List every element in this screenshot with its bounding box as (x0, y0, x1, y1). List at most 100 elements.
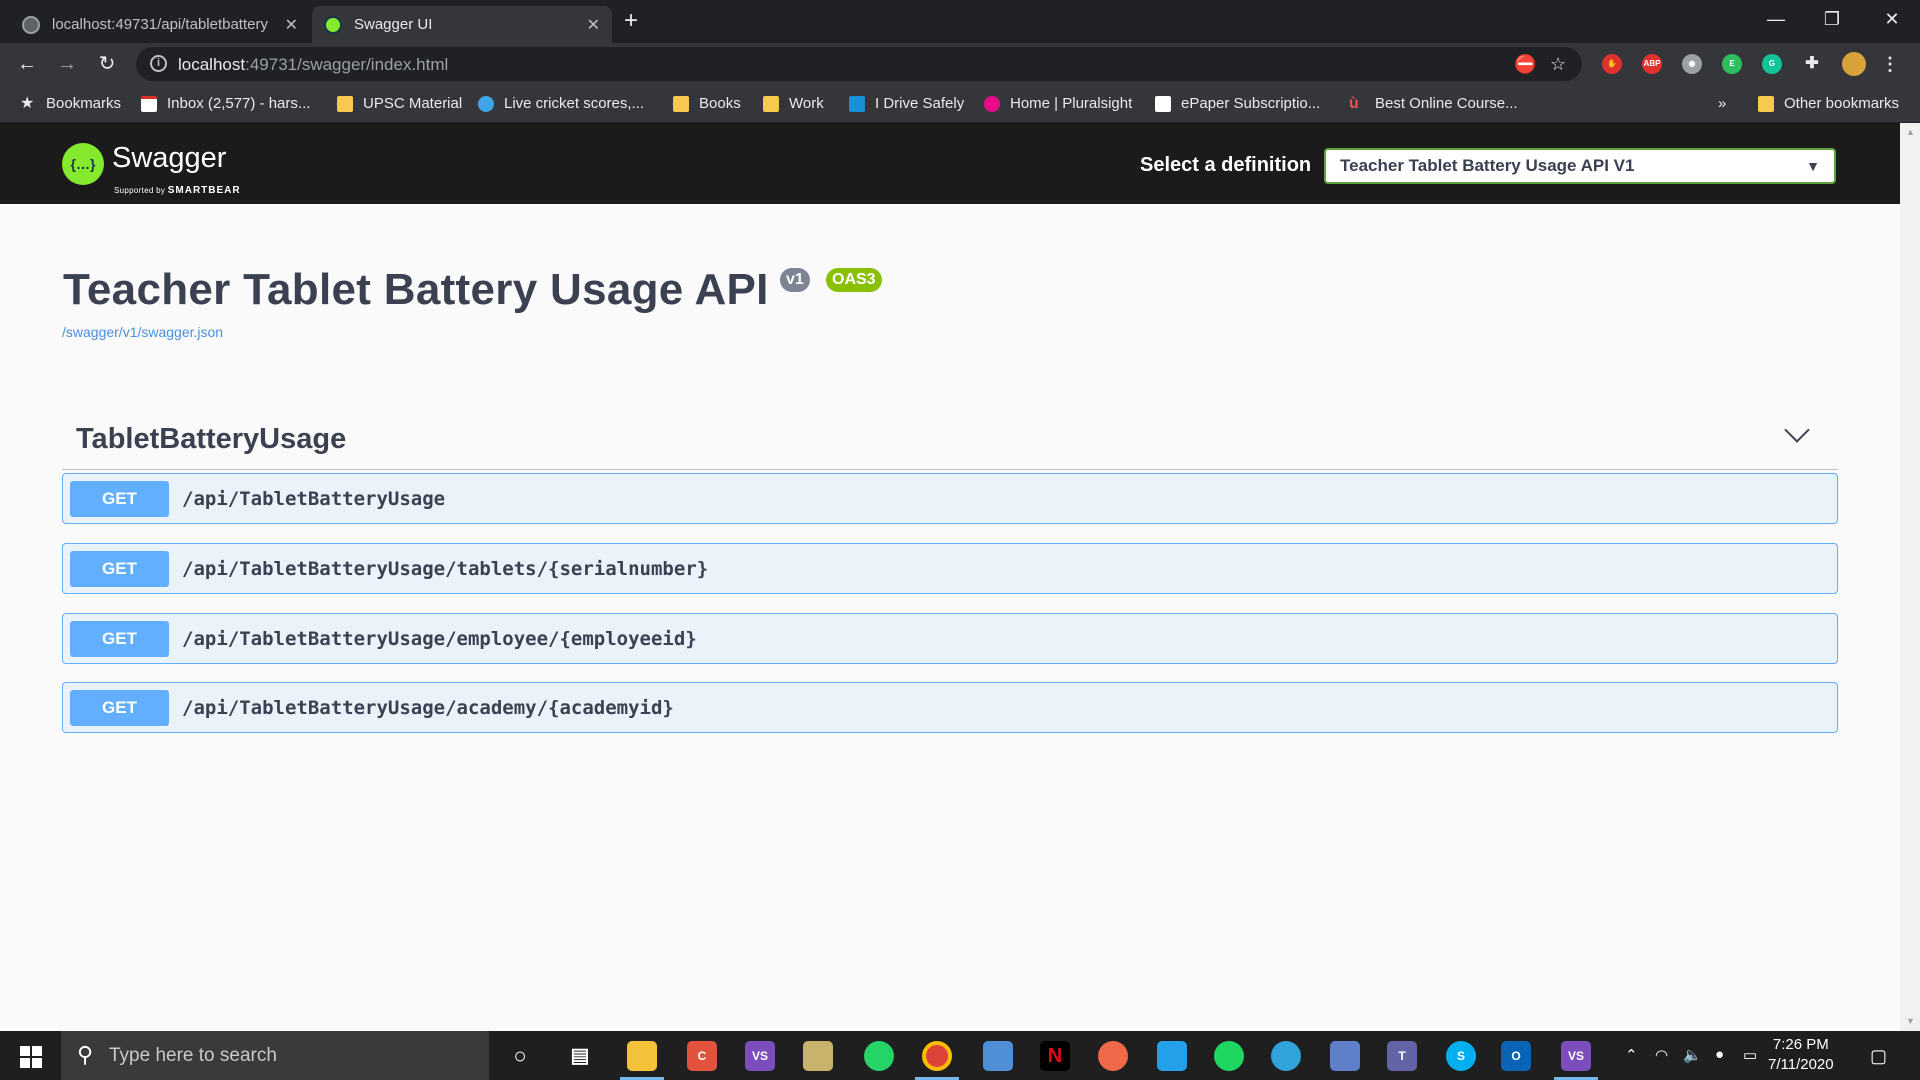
close-tab-icon[interactable]: ✕ (587, 15, 600, 35)
cortana-icon[interactable]: ○ (505, 1041, 535, 1071)
site-info-icon[interactable]: i (150, 55, 167, 72)
operation-path: /api/TabletBatteryUsage/employee/{employ… (182, 628, 697, 650)
bookmark-work[interactable]: Work (763, 95, 824, 112)
file-explorer-icon[interactable] (627, 1041, 657, 1071)
bookmarks-bar: ★ Bookmarks Inbox (2,577) - hars... UPSC… (0, 85, 1920, 123)
swagger-wordmark: Swagger (112, 142, 227, 174)
telegram-icon[interactable] (1271, 1041, 1301, 1071)
tray-overflow-chevron-icon[interactable]: ⌃ (1625, 1046, 1638, 1064)
new-tab-button[interactable]: + (624, 6, 638, 36)
operation-get-by-serialnumber[interactable]: GET /api/TabletBatteryUsage/tablets/{ser… (62, 543, 1838, 594)
teams-icon[interactable]: T (1387, 1041, 1417, 1071)
smartbear-tagline: Supported by SMARTBEAR (114, 185, 241, 196)
spotify-icon[interactable] (1214, 1041, 1244, 1071)
outlook-icon[interactable]: O (1501, 1041, 1531, 1071)
method-badge: GET (70, 551, 169, 587)
collapse-chevron-icon[interactable] (1784, 417, 1810, 443)
wifi-icon[interactable]: ◠ (1655, 1046, 1668, 1064)
onedrive-icon[interactable]: ● (1715, 1046, 1724, 1063)
method-badge: GET (70, 690, 169, 726)
tab-api-response[interactable]: localhost:49731/api/tabletbattery ✕ (10, 6, 310, 43)
close-tab-icon[interactable]: ✕ (285, 15, 298, 35)
visual-studio-2-icon[interactable]: VS (1561, 1041, 1591, 1071)
bookmark-gmail[interactable]: Inbox (2,577) - hars... (141, 95, 310, 112)
tab-swagger-ui[interactable]: Swagger UI ✕ (312, 6, 612, 43)
chrome-icon[interactable] (922, 1041, 952, 1071)
operation-get-by-employeeid[interactable]: GET /api/TabletBatteryUsage/employee/{em… (62, 613, 1838, 664)
evernote-icon[interactable]: E (1722, 54, 1742, 74)
taskbar-search-box[interactable]: ⚲ Type here to search (61, 1031, 489, 1080)
bookmark-cricket[interactable]: Live cricket scores,... (478, 95, 644, 112)
api-title: Teacher Tablet Battery Usage API (63, 265, 769, 314)
profile-avatar[interactable] (1842, 52, 1866, 76)
bookmark-idrivesafely[interactable]: I Drive Safely (849, 95, 964, 112)
blocked-cookies-icon[interactable]: ⛔ (1514, 54, 1536, 75)
bookmark-label: ePaper Subscriptio... (1181, 95, 1321, 112)
taskbar-clock[interactable]: 7:26 PM 7/11/2020 (1768, 1035, 1834, 1075)
notifications-icon[interactable]: ▢ (1870, 1046, 1887, 1067)
clock-time: 7:26 PM (1772, 1036, 1829, 1053)
tab-title: Swagger UI (354, 16, 433, 33)
operation-path: /api/TabletBatteryUsage/tablets/{serialn… (182, 558, 709, 580)
extension-circle-icon[interactable]: ◉ (1682, 54, 1702, 74)
volume-icon[interactable]: 🔈 (1683, 1046, 1702, 1064)
operation-get-all[interactable]: GET /api/TabletBatteryUsage (62, 473, 1838, 524)
oas-badge: OAS3 (826, 268, 882, 292)
skype-icon[interactable]: S (1446, 1041, 1476, 1071)
globe-icon (22, 15, 40, 34)
back-arrow-icon[interactable]: ← (12, 49, 42, 79)
bookmark-pluralsight[interactable]: Home | Pluralsight (984, 95, 1132, 112)
page-scrollbar[interactable]: ▲ ▼ (1900, 123, 1920, 1031)
bookmark-label: Live cricket scores,... (504, 95, 645, 112)
restore-window-icon[interactable]: ❐ (1804, 0, 1860, 40)
windows-start-icon[interactable] (10, 1041, 50, 1071)
tag-section-header[interactable]: TabletBatteryUsage (62, 403, 1838, 470)
extensions-puzzle-icon[interactable]: ✚ (1802, 54, 1822, 74)
bookmark-label: Home | Pluralsight (1010, 95, 1133, 112)
bookmark-label: I Drive Safely (875, 95, 965, 112)
bookmark-label: Bookmarks (46, 95, 122, 112)
bookmark-label: Other bookmarks (1784, 95, 1900, 112)
tools-icon[interactable] (803, 1041, 833, 1071)
spec-json-link[interactable]: /swagger/v1/swagger.json (62, 324, 223, 340)
extension-hand-icon[interactable]: ✋ (1602, 54, 1622, 74)
swagger-logo[interactable]: {…} Swagger Supported by SMARTBEAR (62, 142, 240, 196)
minimize-window-icon[interactable]: — (1748, 0, 1804, 40)
grammarly-icon[interactable]: G (1762, 54, 1782, 74)
bookmark-upsc[interactable]: UPSC Material (337, 95, 462, 112)
bookmark-udemy[interactable]: ù Best Online Course... (1349, 95, 1518, 112)
bookmark-books[interactable]: Books (673, 95, 741, 112)
browser-menu-icon[interactable]: ⋮ (1880, 54, 1900, 74)
bookmark-apps[interactable]: ★ Bookmarks (20, 95, 121, 112)
definition-select[interactable]: Teacher Tablet Battery Usage API V1 ▼ (1324, 148, 1836, 184)
bookmark-epaper[interactable]: ePaper Subscriptio... (1155, 95, 1320, 112)
remote-desktop-icon[interactable] (1330, 1041, 1360, 1071)
adblock-plus-icon[interactable]: ABP (1642, 54, 1662, 74)
scroll-down-arrow-icon[interactable]: ▼ (1906, 1016, 1915, 1026)
scroll-up-arrow-icon[interactable]: ▲ (1906, 127, 1915, 137)
postman-icon[interactable] (1098, 1041, 1128, 1071)
operation-get-by-academyid[interactable]: GET /api/TabletBatteryUsage/academy/{aca… (62, 682, 1838, 733)
bookmark-star-icon[interactable]: ☆ (1550, 54, 1566, 75)
netflix-icon[interactable]: N (1040, 1041, 1070, 1071)
search-placeholder: Type here to search (109, 1045, 277, 1066)
bookmark-label: Inbox (2,577) - hars... (167, 95, 311, 112)
vscode-icon[interactable] (1157, 1041, 1187, 1071)
reload-icon[interactable]: ↻ (92, 49, 122, 79)
screen-capture-icon[interactable] (983, 1041, 1013, 1071)
browser-toolbar: ← → ↻ i localhost:49731/swagger/index.ht… (0, 43, 1920, 85)
bookmarks-overflow-button[interactable]: » (1718, 95, 1726, 112)
whatsapp-icon[interactable] (864, 1041, 894, 1071)
swagger-favicon-icon (324, 15, 342, 34)
udemy-icon: ù (1349, 94, 1359, 112)
address-bar[interactable]: i localhost:49731/swagger/index.html ⛔ ☆ (136, 47, 1582, 81)
idrive-icon (849, 95, 865, 112)
ccleaner-icon[interactable]: C (687, 1041, 717, 1071)
visual-studio-icon[interactable]: VS (745, 1041, 775, 1071)
battery-icon[interactable]: ▭ (1743, 1046, 1757, 1064)
other-bookmarks[interactable]: Other bookmarks (1758, 95, 1899, 112)
task-view-icon[interactable]: ▤ (565, 1041, 595, 1071)
forward-arrow-icon[interactable]: → (52, 49, 82, 79)
bookmark-label: Best Online Course... (1375, 95, 1518, 112)
close-window-icon[interactable]: ✕ (1864, 0, 1920, 40)
